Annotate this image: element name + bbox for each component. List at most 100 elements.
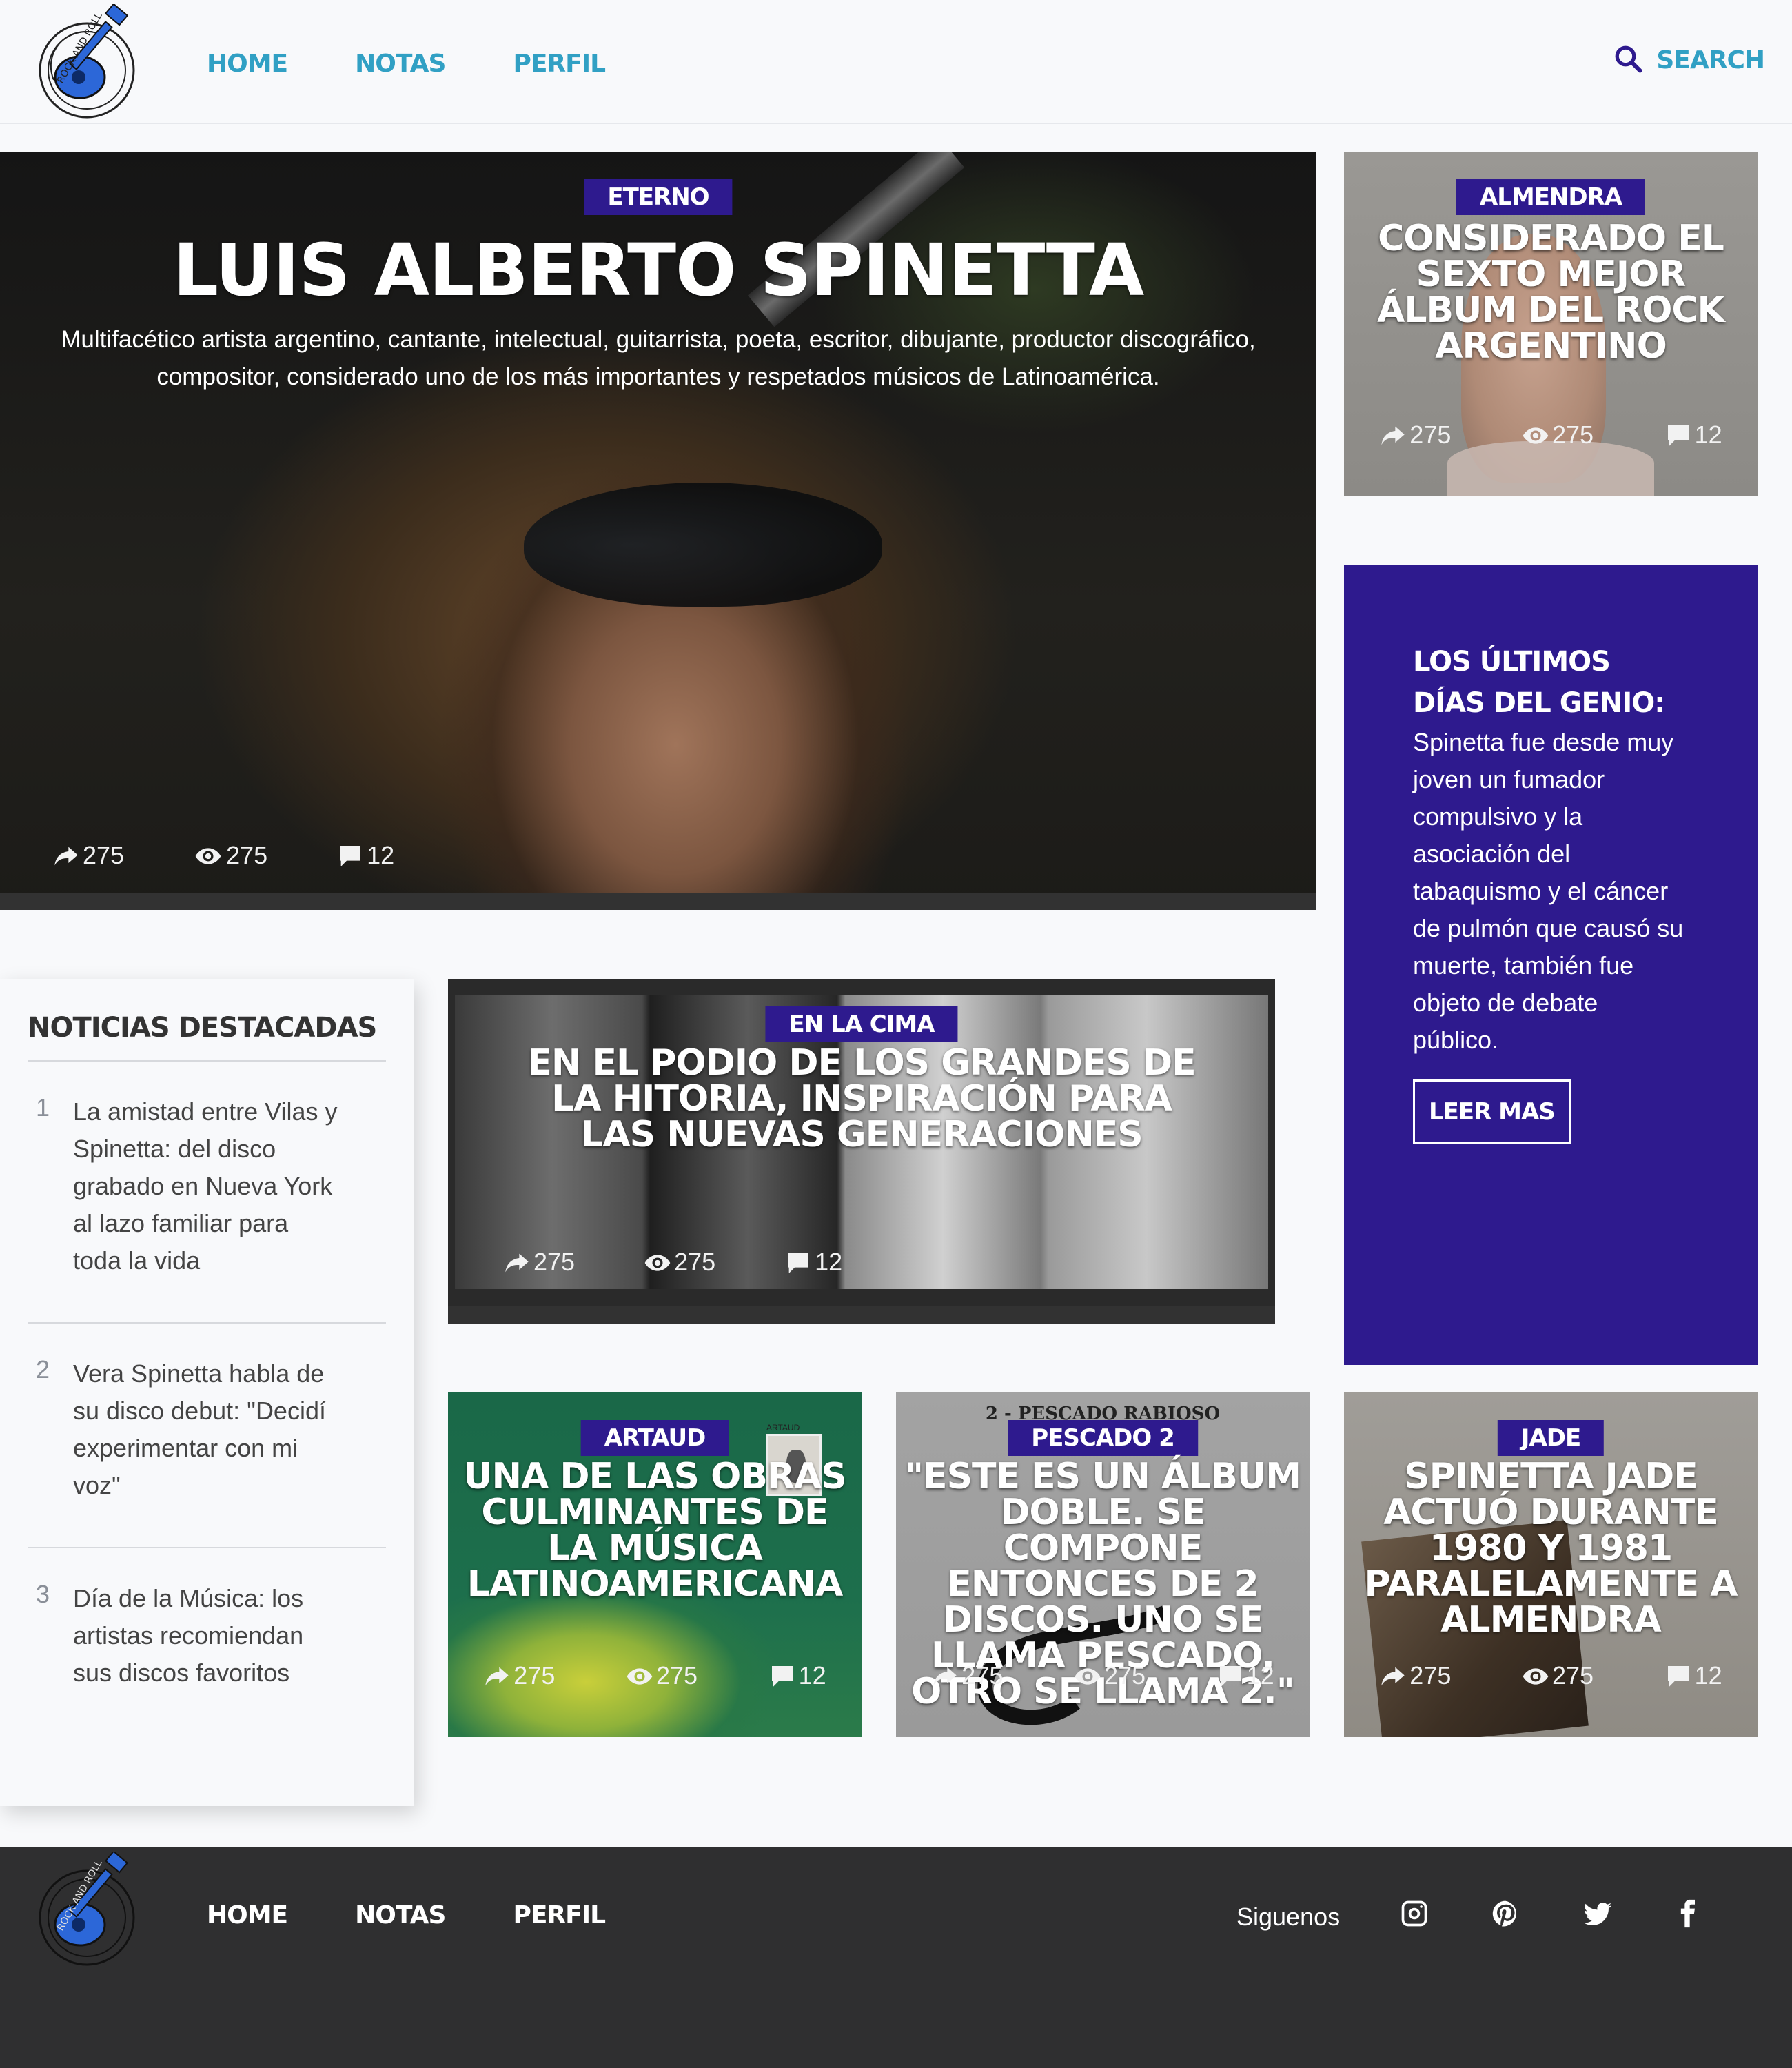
footer-nav-perfil[interactable]: PERFIL <box>513 1901 606 1929</box>
views-stat: 275 <box>193 841 267 870</box>
share-icon <box>483 1663 511 1690</box>
item-link[interactable]: Vera Spinetta habla de su disco debut: "… <box>73 1355 342 1504</box>
artaud-title[interactable]: UNA DE LAS OBRAS CULMINANTES DE LA MÚSIC… <box>448 1459 862 1602</box>
almendra-stats: 275 275 12 <box>1344 420 1758 449</box>
comments-stat[interactable]: 12 <box>784 1248 842 1277</box>
cima-stats: 275 275 12 <box>448 1248 1275 1277</box>
cima-title[interactable]: EN EL PODIO DE LOS GRANDES DE LA HITORIA… <box>448 1045 1275 1153</box>
search-label: SEARCH <box>1656 46 1765 74</box>
pescado-stats: 275 275 12 <box>896 1661 1310 1690</box>
share-stat[interactable]: 275 <box>52 841 124 870</box>
comment-icon <box>1216 1663 1244 1690</box>
site-header: ROCK AND ROLL HOME NOTAS PERFIL SEARCH <box>0 0 1792 124</box>
twitter-icon[interactable] <box>1582 1898 1613 1929</box>
footer-nav-notas[interactable]: NOTAS <box>355 1901 446 1929</box>
list-item[interactable]: 3 Día de la Música: los artistas recomie… <box>28 1548 386 1734</box>
comment-icon <box>768 1663 796 1690</box>
read-more-button[interactable]: LEER MAS <box>1413 1079 1571 1144</box>
item-link[interactable]: La amistad entre Vilas y Spinetta: del d… <box>73 1093 342 1279</box>
featured-news-panel: NOTICIAS DESTACADAS 1 La amistad entre V… <box>0 979 414 1806</box>
eye-icon <box>626 1663 653 1690</box>
item-number: 3 <box>36 1580 50 1608</box>
artaud-cover-text: ARTAUD <box>766 1423 800 1432</box>
views-stat: 275 <box>1522 1661 1594 1690</box>
almendra-collar <box>1447 441 1654 496</box>
comments-stat[interactable]: 12 <box>768 1661 826 1690</box>
pinterest-icon[interactable] <box>1490 1898 1520 1929</box>
share-stat[interactable]: 275 <box>1379 420 1451 449</box>
views-stat: 275 <box>644 1248 715 1277</box>
item-number: 2 <box>36 1355 50 1383</box>
almendra-title[interactable]: CONSIDERADO EL SEXTO MEJOR ÁLBUM DEL ROC… <box>1344 221 1758 364</box>
footer-logo[interactable]: ROCK AND ROLL <box>33 1850 143 1969</box>
hero-bottom-bar <box>0 893 1316 910</box>
item-number: 1 <box>36 1093 50 1122</box>
eye-icon <box>1074 1663 1101 1690</box>
search-icon <box>1613 44 1642 77</box>
pescado-card[interactable]: 2 - PESCADO RABIOSO PESCADO 2 "ESTE ES U… <box>896 1392 1310 1737</box>
cima-tag[interactable]: EN LA CIMA <box>765 1006 958 1042</box>
nav-perfil[interactable]: PERFIL <box>513 50 606 78</box>
facebook-icon[interactable] <box>1672 1898 1702 1929</box>
nav-home[interactable]: HOME <box>207 50 288 78</box>
main-nav: HOME NOTAS PERFIL <box>207 50 606 78</box>
hero-tag[interactable]: ETERNO <box>584 179 733 215</box>
views-stat: 275 <box>1074 1661 1146 1690</box>
pescado-tag[interactable]: PESCADO 2 <box>1008 1420 1198 1456</box>
comment-icon <box>784 1249 812 1277</box>
share-stat[interactable]: 275 <box>1379 1661 1451 1690</box>
share-stat[interactable]: 275 <box>931 1661 1003 1690</box>
comments-stat[interactable]: 12 <box>336 841 394 870</box>
share-stat[interactable]: 275 <box>483 1661 555 1690</box>
views-stat: 275 <box>626 1661 698 1690</box>
site-logo[interactable]: ROCK AND ROLL <box>33 3 143 121</box>
jade-card[interactable]: JADE SPINETTA JADE ACTUÓ DURANTE 1980 Y … <box>1344 1392 1758 1737</box>
hero-article-card[interactable]: ETERNO LUIS ALBERTO SPINETTA Multifacéti… <box>0 152 1316 910</box>
artaud-card[interactable]: ARTAUD ARTAUD UNA DE LAS OBRAS CULMINANT… <box>448 1392 862 1737</box>
promo-heading: LOS ÚLTIMOS DÍAS DEL GENIO: <box>1413 646 1665 719</box>
jade-stats: 275 275 12 <box>1344 1661 1758 1690</box>
comment-icon <box>1664 1663 1692 1690</box>
footer-nav-home[interactable]: HOME <box>207 1901 288 1929</box>
list-item[interactable]: 2 Vera Spinetta habla de su disco debut:… <box>28 1324 386 1548</box>
eye-icon <box>644 1249 671 1277</box>
eye-icon <box>1522 1663 1549 1690</box>
search-button[interactable]: SEARCH <box>1613 44 1765 77</box>
promo-body: Spinetta fue desde muy joven un fumador … <box>1413 728 1684 1054</box>
list-item[interactable]: 1 La amistad entre Vilas y Spinetta: del… <box>28 1062 386 1324</box>
comments-stat[interactable]: 12 <box>1216 1661 1274 1690</box>
comment-icon <box>336 842 364 870</box>
share-icon <box>1379 422 1407 449</box>
hero-description: Multifacético artista argentino, cantant… <box>61 326 1256 390</box>
jade-title[interactable]: SPINETTA JADE ACTUÓ DURANTE 1980 Y 1981 … <box>1344 1459 1758 1638</box>
footer-nav: HOME NOTAS PERFIL <box>207 1901 606 1929</box>
share-icon <box>931 1663 959 1690</box>
hero-stats: 275 275 12 <box>52 841 394 870</box>
jade-tag[interactable]: JADE <box>1497 1420 1605 1456</box>
comments-stat[interactable]: 12 <box>1664 420 1722 449</box>
artaud-stats: 275 275 12 <box>448 1661 862 1690</box>
nav-notas[interactable]: NOTAS <box>355 50 446 78</box>
eye-icon <box>1522 422 1549 449</box>
sunglasses <box>524 483 882 607</box>
share-icon <box>503 1249 531 1277</box>
views-stat: 275 <box>1522 420 1594 449</box>
comment-icon <box>1664 422 1692 449</box>
share-stat[interactable]: 275 <box>503 1248 575 1277</box>
promo-box: LOS ÚLTIMOS DÍAS DEL GENIO: Spinetta fue… <box>1344 565 1758 1365</box>
en-la-cima-card[interactable]: EN LA CIMA EN EL PODIO DE LOS GRANDES DE… <box>448 979 1275 1324</box>
instagram-icon[interactable] <box>1399 1898 1429 1929</box>
hero-title[interactable]: LUIS ALBERTO SPINETTA <box>0 234 1316 306</box>
featured-title: NOTICIAS DESTACADAS <box>28 1012 386 1062</box>
almendra-tag[interactable]: ALMENDRA <box>1456 179 1646 215</box>
share-icon <box>1379 1663 1407 1690</box>
artaud-tag[interactable]: ARTAUD <box>580 1420 729 1456</box>
item-link[interactable]: Día de la Música: los artistas recomiend… <box>73 1580 342 1692</box>
share-icon <box>52 842 80 870</box>
follow-label: Siguenos <box>1236 1903 1341 1931</box>
site-footer: ROCK AND ROLL HOME NOTAS PERFIL Siguenos <box>0 1847 1792 2068</box>
eye-icon <box>193 842 223 870</box>
almendra-card[interactable]: ALMENDRA CONSIDERADO EL SEXTO MEJOR ÁLBU… <box>1344 152 1758 496</box>
comments-stat[interactable]: 12 <box>1664 1661 1722 1690</box>
cima-bottom-bar <box>448 1306 1275 1324</box>
